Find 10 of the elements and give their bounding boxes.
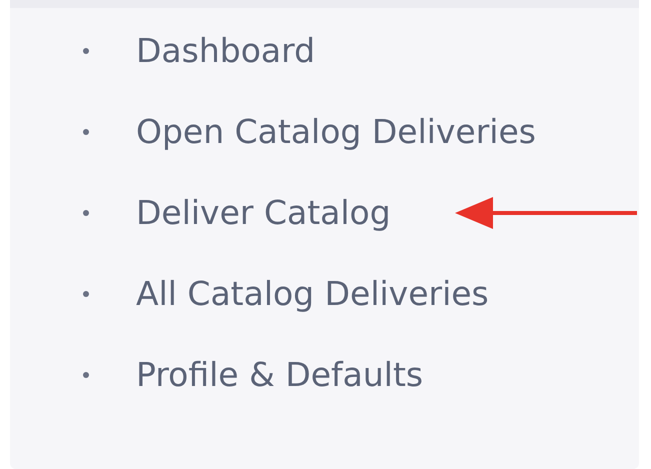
menu-item[interactable]: Open Catalog Deliveries xyxy=(136,112,536,151)
menu-item[interactable]: Profile & Defaults xyxy=(136,355,424,394)
bullet-icon xyxy=(83,210,89,216)
bullet-icon xyxy=(83,290,89,296)
menu-item[interactable]: All Catalog Deliveries xyxy=(136,274,489,313)
bullet-icon xyxy=(83,128,89,134)
menu-item[interactable]: Dashboard xyxy=(136,31,316,70)
menu-item[interactable]: Deliver Catalog xyxy=(136,193,391,232)
bullet-icon xyxy=(83,48,89,54)
bullet-icon xyxy=(83,372,89,378)
